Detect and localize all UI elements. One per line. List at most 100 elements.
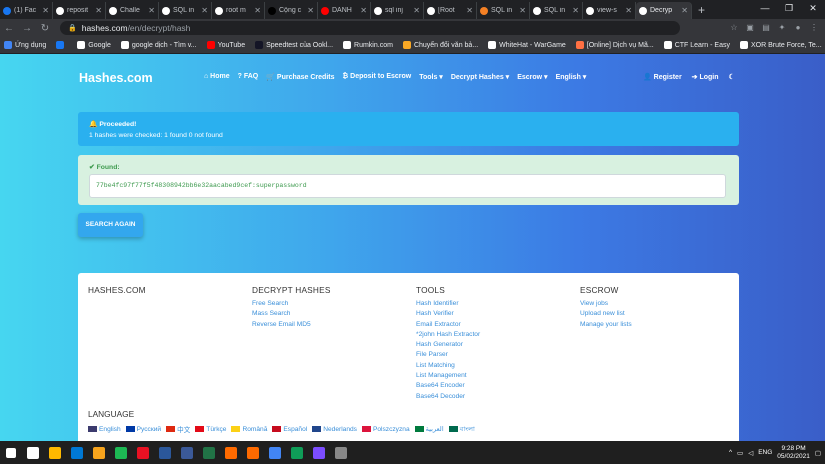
close-icon[interactable]: ✕ xyxy=(360,6,367,15)
close-icon[interactable]: ✕ xyxy=(625,6,632,15)
browser-tab[interactable]: DANH ✕ xyxy=(318,2,371,19)
language-link[interactable]: Türkçe xyxy=(195,423,226,435)
browser-tab[interactable]: reposit ✕ xyxy=(53,2,106,19)
taskbar-app-icon[interactable] xyxy=(220,441,242,464)
browser-tab[interactable]: SQL in ✕ xyxy=(530,2,583,19)
close-icon[interactable]: ✕ xyxy=(681,6,688,15)
volume-icon[interactable]: ◁ xyxy=(748,449,753,457)
footer-link[interactable]: Hash Identifier xyxy=(416,299,480,309)
browser-tab[interactable]: SQL in ✕ xyxy=(477,2,530,19)
nav-account-item[interactable]: 👤 Register xyxy=(643,73,682,81)
footer-link[interactable]: Email Extractor xyxy=(416,320,480,330)
extension-icon[interactable]: ▣ xyxy=(745,23,755,33)
nav-menu-item[interactable]: Tools ▾ xyxy=(419,73,443,81)
taskbar-app-icon[interactable] xyxy=(286,441,308,464)
bookmark-item[interactable]: Google xyxy=(77,41,111,49)
bookmark-item[interactable]: CTF Learn - Easy xyxy=(663,41,730,49)
taskbar-app-icon[interactable] xyxy=(176,441,198,464)
browser-tab[interactable]: sql inj ✕ xyxy=(371,2,424,19)
footer-link[interactable]: Mass Search xyxy=(252,309,331,319)
taskbar-app-icon[interactable] xyxy=(330,441,352,464)
bookmark-item[interactable]: Rumkin.com xyxy=(343,41,393,49)
language-link[interactable]: Polszczyzna xyxy=(361,423,410,435)
nav-menu-item[interactable]: ₿ Deposit to Escrow xyxy=(343,73,412,81)
close-icon[interactable]: ✕ xyxy=(572,6,579,15)
browser-tab[interactable]: Decryp ✕ xyxy=(636,2,692,19)
footer-link[interactable]: Hash Verifier xyxy=(416,309,480,319)
bookmark-item[interactable]: [Online] Dịch vụ Mã... xyxy=(575,41,654,49)
footer-link[interactable]: List Management xyxy=(416,371,480,381)
browser-tab[interactable]: SQL in ✕ xyxy=(159,2,212,19)
close-icon[interactable]: ✕ xyxy=(801,0,825,17)
footer-link[interactable]: File Parser xyxy=(416,350,480,360)
browser-tab[interactable]: [Root ✕ xyxy=(424,2,477,19)
language-link[interactable]: Română xyxy=(231,423,267,435)
browser-tab[interactable]: (1) Fac ✕ xyxy=(0,2,53,19)
nav-account-item[interactable]: ➔ Login xyxy=(692,73,719,81)
taskbar-app-icon[interactable] xyxy=(44,441,66,464)
nav-menu-item[interactable]: English ▾ xyxy=(556,73,587,81)
taskbar-app-icon[interactable] xyxy=(264,441,286,464)
footer-link[interactable]: Upload new list xyxy=(580,309,632,319)
site-logo[interactable]: Hashes.com xyxy=(79,71,153,85)
bookmark-item[interactable]: XOR Brute Force, Te... xyxy=(739,41,822,49)
nav-account-item[interactable]: ☾ xyxy=(729,73,735,81)
close-icon[interactable]: ✕ xyxy=(466,6,473,15)
back-icon[interactable]: ← xyxy=(0,23,18,34)
browser-tab[interactable]: Cộng c ✕ xyxy=(265,2,318,19)
close-icon[interactable]: ✕ xyxy=(254,6,261,15)
star-icon[interactable]: ☆ xyxy=(729,23,739,33)
profile-icon[interactable]: ● xyxy=(793,23,803,33)
taskbar-app-icon[interactable] xyxy=(132,441,154,464)
bookmark-item[interactable]: YouTube xyxy=(206,41,245,49)
browser-tab[interactable]: root m ✕ xyxy=(212,2,265,19)
bookmark-item[interactable]: Speedtest của Ookl... xyxy=(255,41,333,49)
close-icon[interactable]: ✕ xyxy=(95,6,102,15)
minimize-icon[interactable]: — xyxy=(753,0,777,17)
taskbar-app-icon[interactable] xyxy=(66,441,88,464)
footer-link[interactable]: Free Search xyxy=(252,299,331,309)
bookmark-item[interactable] xyxy=(56,41,67,49)
language-link[interactable]: Русский xyxy=(125,423,161,435)
taskbar-app-icon[interactable] xyxy=(110,441,132,464)
browser-tab[interactable]: view-s ✕ xyxy=(583,2,636,19)
nav-menu-item[interactable]: Escrow ▾ xyxy=(517,73,547,81)
taskbar-app-icon[interactable] xyxy=(22,441,44,464)
taskbar-app-icon[interactable] xyxy=(242,441,264,464)
puzzle-icon[interactable]: ✦ xyxy=(777,23,787,33)
menu-icon[interactable]: ⋮ xyxy=(809,23,819,33)
chevron-up-icon[interactable]: ^ xyxy=(729,449,732,456)
nav-menu-item[interactable]: 🛒 Purchase Credits xyxy=(266,73,334,81)
reload-icon[interactable]: ↻ xyxy=(36,23,54,34)
footer-link[interactable]: Reverse Email MD5 xyxy=(252,320,331,330)
close-icon[interactable]: ✕ xyxy=(519,6,526,15)
language-link[interactable]: العربية xyxy=(414,423,444,435)
clock[interactable]: 9:28 PM 05/02/2021 xyxy=(777,445,810,461)
nav-menu-item[interactable]: ? FAQ xyxy=(238,73,259,81)
close-icon[interactable]: ✕ xyxy=(413,6,420,15)
new-tab-icon[interactable]: + xyxy=(692,2,711,19)
language-link[interactable]: বাংলা xyxy=(448,423,475,435)
footer-link[interactable]: Base64 Encoder xyxy=(416,381,480,391)
close-icon[interactable]: ✕ xyxy=(307,6,314,15)
bookmark-item[interactable]: Chuyển đổi văn bả... xyxy=(402,41,478,49)
footer-link[interactable]: View jobs xyxy=(580,299,632,309)
result-field[interactable]: 77be4fc97f77f5f48308942bb6e32aacabed9cef… xyxy=(89,174,726,198)
address-bar[interactable]: 🔒 hashes.com/en/decrypt/hash xyxy=(60,21,680,35)
taskbar-app-icon[interactable] xyxy=(308,441,330,464)
language-indicator[interactable]: ENG xyxy=(758,449,772,456)
maximize-icon[interactable]: ❐ xyxy=(777,0,801,17)
footer-link[interactable]: Base64 Decoder xyxy=(416,392,480,402)
footer-link[interactable]: List Matching xyxy=(416,361,480,371)
language-link[interactable]: Español xyxy=(272,423,307,435)
nav-menu-item[interactable]: Decrypt Hashes ▾ xyxy=(451,73,509,81)
nav-menu-item[interactable]: ⌂ Home xyxy=(204,73,230,81)
close-icon[interactable]: ✕ xyxy=(42,6,49,15)
close-icon[interactable]: ✕ xyxy=(201,6,208,15)
search-again-button[interactable]: SEARCH AGAIN xyxy=(78,213,143,237)
forward-icon[interactable]: → xyxy=(18,23,36,34)
bookmark-item[interactable]: google dịch - Tìm v... xyxy=(120,41,197,49)
taskbar-app-icon[interactable] xyxy=(88,441,110,464)
start-icon[interactable] xyxy=(0,441,22,464)
taskbar-app-icon[interactable] xyxy=(198,441,220,464)
